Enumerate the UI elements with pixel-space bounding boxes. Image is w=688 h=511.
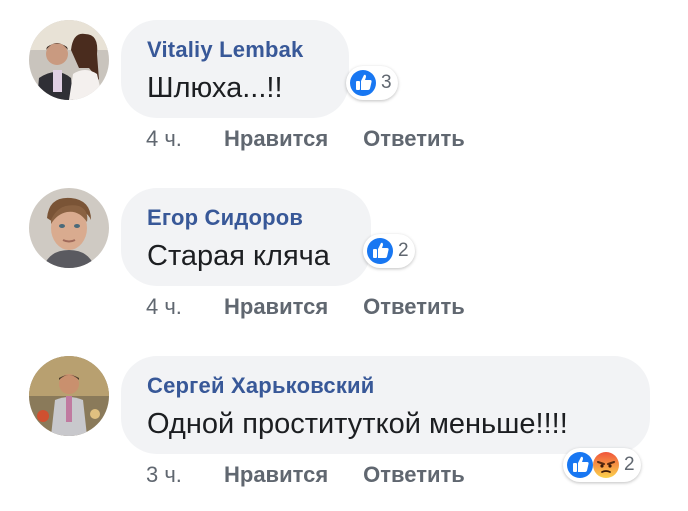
angry-icon [593,452,619,478]
like-icon [367,238,393,264]
comment-timestamp[interactable]: 3 ч. [146,462,224,488]
comment-timestamp[interactable]: 4 ч. [146,294,224,320]
reaction-summary[interactable]: 3 [346,66,398,100]
comment-author-link[interactable]: Егор Сидоров [147,204,345,232]
comment-bubble: Vitaliy Lembak Шлюха...!! [121,20,349,118]
avatar[interactable] [29,20,109,100]
reply-button[interactable]: Ответить [363,126,465,152]
reaction-count: 2 [398,240,409,261]
like-icon [350,70,376,96]
comment-bubble: Егор Сидоров Старая кляча [121,188,371,286]
comment-bubble: Сергей Харьковский Одной проституткой ме… [121,356,650,454]
avatar[interactable] [29,188,109,268]
like-button[interactable]: Нравится [224,294,328,320]
like-icon [567,452,593,478]
comment-actions: 4 ч. Нравится Ответить [146,294,465,320]
comment-text: Старая кляча [147,240,330,272]
like-button[interactable]: Нравится [224,462,328,488]
comment-timestamp[interactable]: 4 ч. [146,126,224,152]
reaction-count: 3 [381,72,392,93]
reaction-summary[interactable]: 2 [363,234,415,268]
reaction-summary[interactable]: 2 [563,448,641,482]
comment-actions: 3 ч. Нравится Ответить [146,462,465,488]
comment-author-link[interactable]: Vitaliy Lembak [147,36,323,64]
comment-text: Одной проституткой меньше!!!! [147,408,568,440]
reaction-count: 2 [624,454,635,475]
comment-actions: 4 ч. Нравится Ответить [146,126,465,152]
comment-author-link[interactable]: Сергей Харьковский [147,372,624,400]
like-button[interactable]: Нравится [224,126,328,152]
reply-button[interactable]: Ответить [363,294,465,320]
avatar[interactable] [29,356,109,436]
reply-button[interactable]: Ответить [363,462,465,488]
comment-text: Шлюха...!! [147,72,283,104]
